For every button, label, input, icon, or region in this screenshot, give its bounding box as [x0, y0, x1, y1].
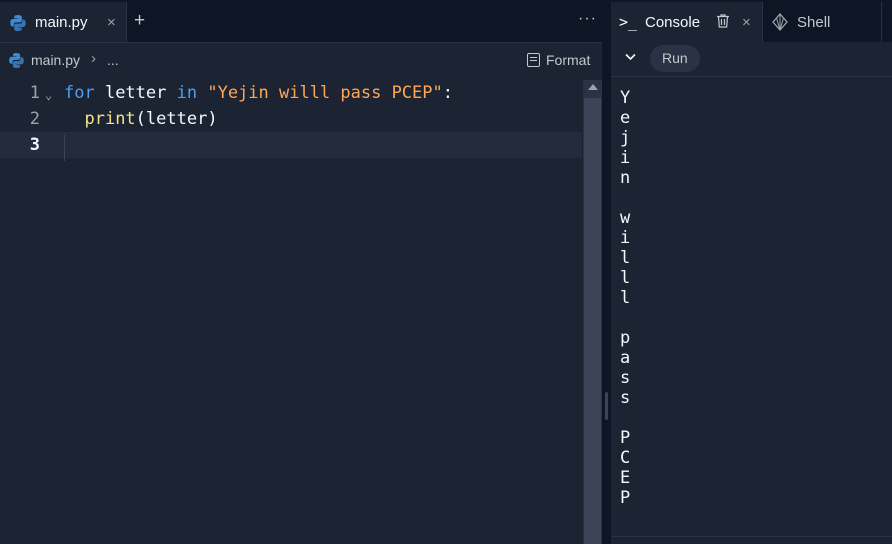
code-token: (letter): [135, 109, 218, 129]
output-line: i: [620, 228, 631, 248]
add-tab-button[interactable]: +: [134, 10, 145, 32]
output-line: P: [620, 428, 631, 448]
code-text: for letter in "Yejin willl pass PCEP":: [64, 80, 453, 106]
output-line: P: [620, 488, 631, 508]
code-line[interactable]: 3: [0, 132, 582, 158]
output-line: l: [620, 248, 631, 268]
tab-shell[interactable]: Shell: [763, 2, 882, 42]
python-file-icon: [9, 14, 27, 37]
pane-splitter[interactable]: [602, 0, 611, 544]
console-divider: [611, 536, 892, 537]
tab-label: main.py: [35, 14, 88, 31]
code-token: print: [84, 109, 136, 129]
code-token: "Yejin willl pass PCEP": [207, 83, 443, 103]
output-line: w: [620, 208, 631, 228]
splitter-grip[interactable]: [605, 392, 608, 420]
tab-label: Console: [645, 14, 701, 31]
code-text: print(letter): [64, 106, 218, 132]
editor-scrollbar[interactable]: [583, 80, 602, 544]
indent-guide: [64, 135, 65, 161]
console-prompt-icon: >_: [619, 13, 638, 31]
output-line: C: [620, 448, 631, 468]
output-line: j: [620, 128, 631, 148]
format-button[interactable]: Format: [527, 52, 590, 68]
code-token: in: [176, 83, 198, 103]
python-file-icon: [8, 52, 25, 74]
code-token: for: [64, 83, 95, 103]
close-icon[interactable]: ×: [107, 14, 116, 31]
output-line: l: [620, 268, 631, 288]
close-icon[interactable]: ×: [742, 14, 751, 31]
breadcrumb: main.py › ... Format: [0, 43, 602, 77]
shell-icon: [771, 13, 789, 36]
output-line: n: [620, 168, 631, 188]
tab-console[interactable]: >_ Console ×: [611, 2, 763, 42]
output-line: s: [620, 388, 631, 408]
scrollbar-thumb[interactable]: [584, 98, 601, 544]
line-number: 1: [29, 83, 40, 103]
breadcrumb-more[interactable]: ...: [107, 52, 119, 68]
tab-label: Shell: [797, 14, 831, 31]
editor-tab-bar: main.py × + ···: [0, 0, 602, 43]
tab-main-py[interactable]: main.py ×: [0, 2, 127, 42]
console-pane: >_ Console × Shell Run Y e j i n w i l l…: [611, 0, 892, 544]
line-number: 2: [29, 109, 40, 129]
output-line: E: [620, 468, 631, 488]
output-line: s: [620, 368, 631, 388]
chevron-down-icon[interactable]: [624, 50, 637, 68]
fold-chevron-icon[interactable]: ⌄: [45, 82, 52, 108]
output-line: e: [620, 108, 631, 128]
editor-pane: main.py × + ··· main.py › ... Format 1 ⌄ f…: [0, 0, 602, 544]
output-line: a: [620, 348, 631, 368]
output-line: i: [620, 148, 631, 168]
more-options-icon[interactable]: ···: [578, 10, 597, 28]
scroll-up-icon[interactable]: [588, 84, 598, 90]
output-line: l: [620, 288, 631, 308]
code-editor[interactable]: 1 ⌄ for letter in "Yejin willl pass PCEP":…: [0, 80, 582, 544]
line-number: 3: [29, 135, 40, 155]
code-token: letter: [94, 83, 177, 103]
format-icon: [527, 53, 540, 67]
output-line: p: [620, 328, 631, 348]
trash-icon[interactable]: [716, 13, 730, 34]
output-line: Y: [620, 88, 631, 108]
console-output: Yejin willl pass PCEP: [620, 88, 880, 508]
breadcrumb-file[interactable]: main.py: [31, 52, 80, 68]
chevron-right-icon: ›: [91, 50, 96, 67]
format-label: Format: [546, 52, 591, 68]
console-toolbar: Run: [611, 42, 892, 77]
code-line[interactable]: 1 ⌄ for letter in "Yejin willl pass PCEP":: [0, 80, 582, 106]
code-line[interactable]: 2 print(letter): [0, 106, 582, 132]
run-chip[interactable]: Run: [650, 45, 700, 72]
console-tab-bar: >_ Console × Shell: [611, 0, 892, 42]
code-token: :: [442, 83, 453, 103]
